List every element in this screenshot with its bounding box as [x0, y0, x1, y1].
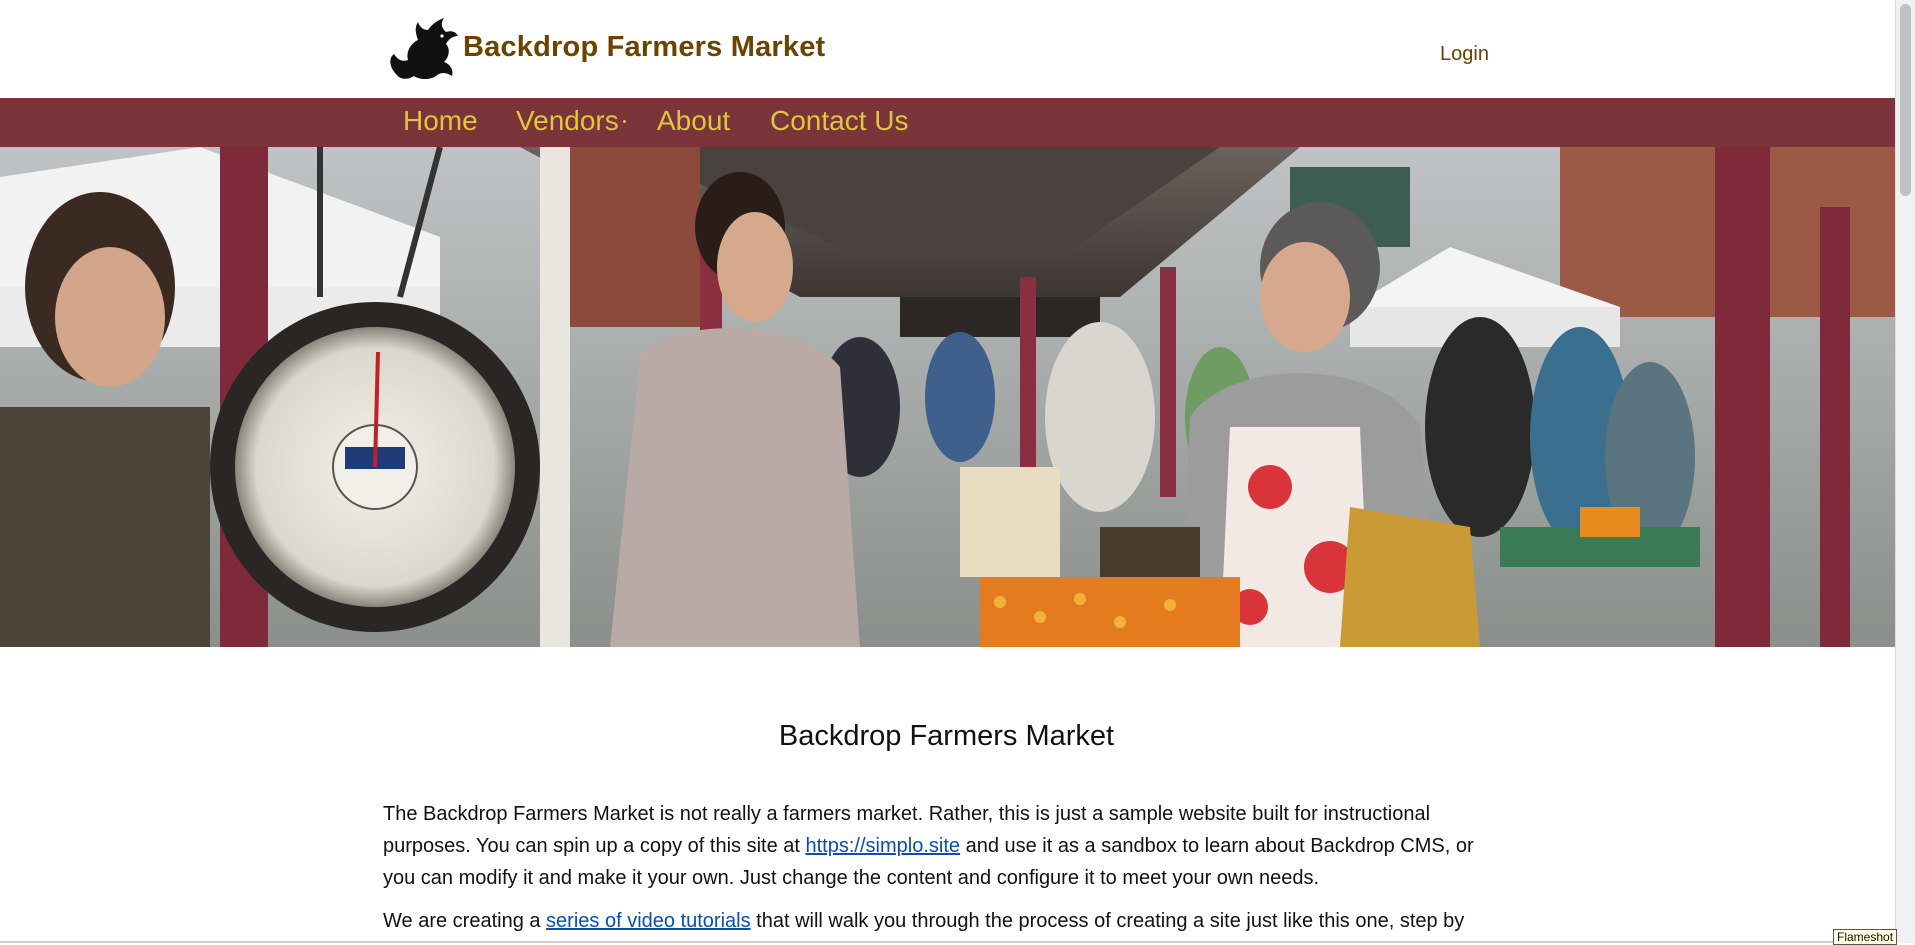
nav-item-home[interactable]: Home — [403, 105, 478, 137]
vertical-scrollbar[interactable] — [1895, 0, 1915, 943]
main-nav: Home Vendors About Contact Us — [0, 98, 1895, 147]
video-tutorials-link[interactable]: series of video tutorials — [546, 910, 751, 932]
site-header: Backdrop Farmers Market Login — [0, 0, 1895, 98]
dragon-logo-icon[interactable] — [384, 14, 460, 84]
scrollbar-thumb[interactable] — [1900, 4, 1911, 196]
tutorials-text-part1: We are creating a — [383, 910, 547, 932]
site-name[interactable]: Backdrop Farmers Market — [463, 31, 825, 64]
hero-photo — [0, 147, 1895, 647]
nav-item-about[interactable]: About — [657, 105, 730, 137]
nav-item-contact-us[interactable]: Contact Us — [770, 105, 909, 137]
tutorials-paragraph: We are creating a series of video tutori… — [383, 905, 1493, 937]
simplo-site-link[interactable]: https://simplo.site — [806, 835, 961, 857]
intro-paragraph: The Backdrop Farmers Market is not reall… — [383, 798, 1493, 894]
login-link[interactable]: Login — [1440, 43, 1489, 66]
page: Backdrop Farmers Market Login Home Vendo… — [0, 0, 1895, 943]
farmers-market-hero-image — [0, 147, 1895, 647]
dropdown-indicator-icon — [623, 120, 626, 123]
page-title: Backdrop Farmers Market — [778, 720, 1115, 752]
nav-item-vendors[interactable]: Vendors — [516, 105, 619, 137]
tutorials-text-part2: that will walk you through the process o… — [750, 910, 1465, 932]
